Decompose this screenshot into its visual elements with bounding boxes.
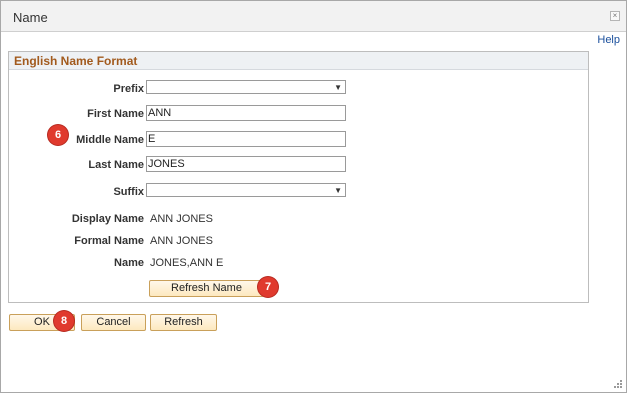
callout-6: 6 [48,125,68,145]
refresh-name-button[interactable]: Refresh Name [149,280,264,297]
prefix-label: Prefix [113,83,144,95]
resize-grip-icon[interactable] [614,380,623,389]
chevron-down-icon: ▼ [334,83,342,92]
name-dialog: Name × Help English Name Format Prefix ▼… [0,0,627,393]
first-name-label: First Name [87,108,144,120]
help-link[interactable]: Help [597,34,620,46]
last-name-label: Last Name [88,159,144,171]
display-name-label: Display Name [71,213,144,225]
suffix-select[interactable]: ▼ [146,183,346,197]
english-name-format-group: English Name Format Prefix ▼ First Name … [8,51,589,303]
dialog-title: Name [13,10,48,25]
suffix-label: Suffix [113,186,144,198]
callout-7: 7 [258,277,278,297]
name-value: JONES,ANN E [150,257,224,269]
display-name-value: ANN JONES [150,213,213,225]
chevron-down-icon: ▼ [334,186,342,195]
group-header: English Name Format [9,52,588,70]
dialog-titlebar[interactable]: Name × [1,1,626,32]
prefix-select[interactable]: ▼ [146,80,346,94]
first-name-input[interactable] [146,105,346,121]
group-title: English Name Format [14,54,138,68]
formal-name-label: Formal Name [74,235,144,247]
formal-name-value: ANN JONES [150,235,213,247]
callout-8: 8 [54,311,74,331]
name-label: Name [114,257,144,269]
last-name-input[interactable] [146,156,346,172]
cancel-button[interactable]: Cancel [81,314,146,331]
refresh-button[interactable]: Refresh [150,314,217,331]
close-icon[interactable]: × [610,11,620,21]
middle-name-input[interactable] [146,131,346,147]
